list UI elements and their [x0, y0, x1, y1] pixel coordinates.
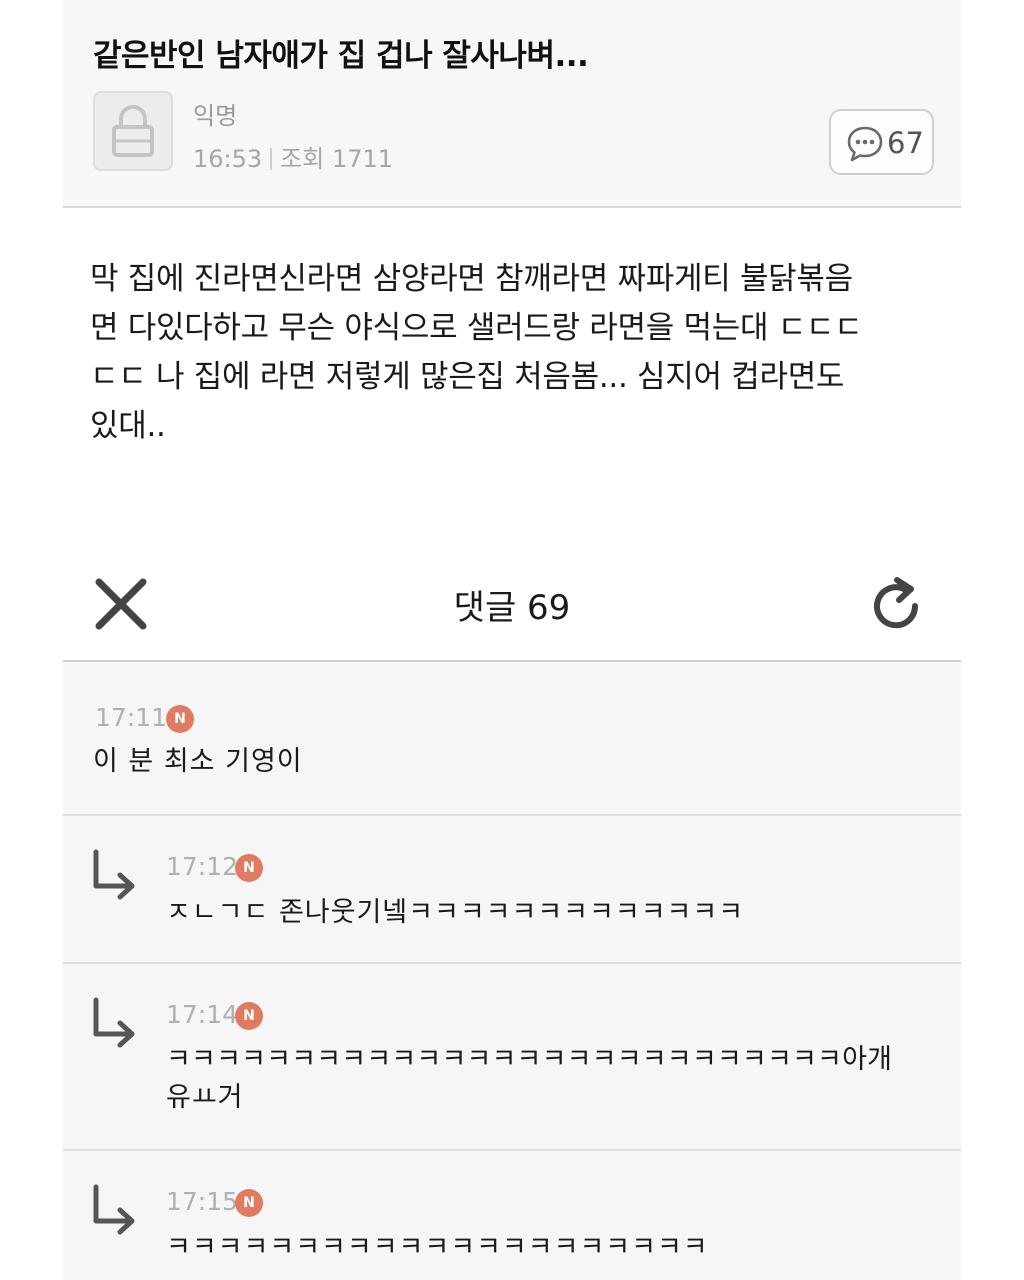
comments-title: 댓글 69 [453, 588, 571, 628]
post-meta: 16:53 조회 1711 [193, 139, 393, 174]
author-avatar [93, 91, 173, 171]
refresh-icon[interactable] [871, 570, 927, 636]
reply-item: 17:15 N ㅋㅋㅋㅋㅋㅋㅋㅋㅋㅋㅋㅋㅋㅋㅋㅋㅋㅋㅋㅋㅋ [63, 1151, 961, 1280]
meta-divider [270, 148, 273, 170]
comment-time: 17:15 [166, 1187, 239, 1216]
post-body-line: 면 다있다하고 무슨 야식으로 샐러드랑 라면을 먹는대 ㄷㄷㄷ [90, 310, 863, 346]
new-badge: N [235, 854, 263, 882]
post-page: 같은반인 남자애가 집 겁나 잘사나벼... 익명 16:53 조회 1711 6… [0, 0, 1024, 1280]
comment-time: 17:14 [166, 1000, 239, 1029]
comment-text: ㅋㅋㅋㅋㅋㅋㅋㅋㅋㅋㅋㅋㅋㅋㅋㅋㅋㅋㅋㅋㅋㅋㅋㅋㅋㅋㅋ아개 [166, 1044, 893, 1075]
post-time: 16:53 [193, 145, 263, 173]
new-badge: N [235, 1002, 263, 1030]
author-name: 익명 [193, 102, 238, 130]
reply-item: 17:12 N ㅈㄴㄱㄷ 존나웃기넼ㅋㅋㅋㅋㅋㅋㅋㅋㅋㅋㅋㅋㅋ [63, 816, 961, 964]
comment-text: ㅈㄴㄱㄷ 존나웃기넼ㅋㅋㅋㅋㅋㅋㅋㅋㅋㅋㅋㅋㅋ [166, 897, 745, 928]
lock-icon [112, 105, 154, 157]
post-title: 같은반인 남자애가 집 겁나 잘사나벼... [93, 38, 589, 74]
post-body: 막 집에 진라면신라면 삼양라면 참깨라면 짜파게티 불닭볶음 면 다있다하고 … [90, 255, 940, 451]
post-body-line: ㄷㄷ 나 집에 라면 저렇게 많은집 처음봄... 심지어 컵라면도 [90, 359, 845, 395]
new-badge: N [166, 705, 194, 733]
comment-count: 67 [887, 126, 924, 160]
comment-text: ㅋㅋㅋㅋㅋㅋㅋㅋㅋㅋㅋㅋㅋㅋㅋㅋㅋㅋㅋㅋㅋ [166, 1232, 709, 1263]
reply-item: 17:14 N ㅋㅋㅋㅋㅋㅋㅋㅋㅋㅋㅋㅋㅋㅋㅋㅋㅋㅋㅋㅋㅋㅋㅋㅋㅋㅋㅋ아개 유ㅛ… [63, 964, 961, 1151]
comment-text: 유ㅛ거 [166, 1082, 244, 1113]
new-badge: N [235, 1189, 263, 1217]
post-header: 같은반인 남자애가 집 겁나 잘사나벼... 익명 16:53 조회 1711 6… [63, 0, 961, 208]
reply-arrow-icon [93, 997, 135, 1048]
reply-arrow-icon [93, 1184, 135, 1235]
comments-bar: 댓글 69 [63, 560, 961, 662]
post-views: 조회 1711 [280, 145, 394, 173]
comment-time: 17:11 [95, 703, 168, 732]
comment-count-button[interactable]: 67 [829, 109, 934, 175]
reply-arrow-icon [93, 849, 135, 900]
post-body-line: 있대.. [90, 408, 166, 444]
comment-time: 17:12 [166, 852, 239, 881]
comment-item: 17:11 N 이 분 최소 기영이 [63, 663, 961, 816]
speech-bubble-icon [847, 126, 883, 162]
post-body-line: 막 집에 진라면신라면 삼양라면 참깨라면 짜파게티 불닭볶음 [90, 261, 853, 297]
comment-text: 이 분 최소 기영이 [93, 746, 303, 777]
